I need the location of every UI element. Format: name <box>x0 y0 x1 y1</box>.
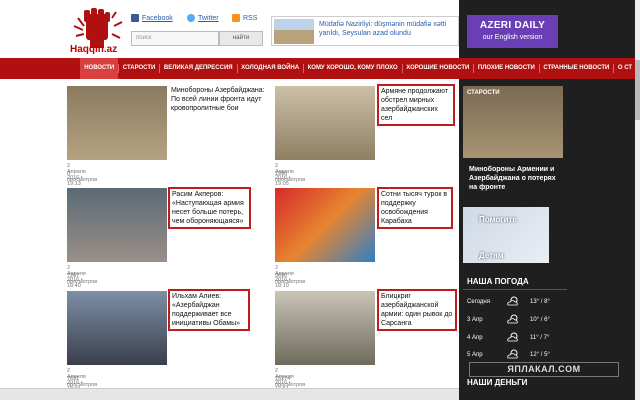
search-button[interactable]: найти <box>219 31 263 46</box>
sidebar-featured-caption[interactable]: Минобороны Армении и Азербайджана о поте… <box>469 165 564 192</box>
card-image-artillery[interactable] <box>275 86 375 160</box>
sidebar-image-label: СТАРОСТИ <box>467 90 500 96</box>
charity-ad-banner[interactable]: Помогите Детям <box>463 207 549 263</box>
azeri-daily-button[interactable]: AZERI DAILY our English version <box>467 15 558 48</box>
nav-item-about[interactable]: О СТ <box>614 58 636 79</box>
ad-bottom-text: Детям <box>479 251 504 260</box>
rss-link[interactable]: RSS <box>232 14 257 22</box>
scrollbar-thumb[interactable] <box>635 60 640 120</box>
sidebar-featured-image[interactable]: СТАРОСТИ <box>463 86 563 158</box>
weather-temp: 11° / 7° <box>530 335 550 341</box>
card-views: 7631 просмотров <box>67 376 98 388</box>
cloud-sun-icon <box>507 314 518 324</box>
azeri-daily-subtitle: our English version <box>482 34 543 41</box>
horizontal-scrollbar[interactable] <box>0 388 459 400</box>
card-image-soldiers[interactable] <box>275 291 375 365</box>
ad-top-text: Помогите <box>479 215 517 224</box>
search-input[interactable]: поиск <box>131 31 219 46</box>
weather-divider <box>463 289 567 290</box>
card-title[interactable]: Ильхам Алиев: «Азербайджан поддерживает … <box>168 289 250 331</box>
weather-temp: 13° / 8° <box>530 299 550 305</box>
nav-item-old[interactable]: СТАРОСТИ <box>119 58 160 79</box>
nav-item-good-bad[interactable]: КОМУ ХОРОШО, КОМУ ПЛОХО <box>304 58 402 79</box>
weather-day: Сегодня <box>467 299 490 305</box>
card-views: 9690 просмотров <box>275 273 306 285</box>
logo-text[interactable]: Haqqin.az <box>70 44 117 55</box>
card-image-crowd-flags[interactable] <box>275 188 375 262</box>
main-nav: НОВОСТИ СТАРОСТИ ВЕЛИКАЯ ДЕПРЕССИЯ ХОЛОД… <box>0 58 636 79</box>
news-banner[interactable]: Müdafiə Nazirliyi: düşmənin müdafiə xətt… <box>271 16 459 46</box>
weather-row: 4 Апр 11° / 7° <box>467 332 562 344</box>
weather-temp: 10° / 6° <box>530 317 550 323</box>
nav-item-cold-war[interactable]: ХОЛОДНАЯ ВОЙНА <box>237 58 303 79</box>
nav-item-good-news[interactable]: ХОРОШИЕ НОВОСТИ <box>402 58 473 79</box>
weather-day: 4 Апр <box>467 335 483 341</box>
money-title: НАШИ ДЕНЬГИ <box>467 378 528 387</box>
card-views: 1990 просмотров <box>275 171 306 183</box>
twitter-link[interactable]: Twitter <box>187 14 219 22</box>
weather-temp: 12° / 5° <box>530 352 550 358</box>
cloud-sun-icon <box>507 332 518 342</box>
facebook-icon <box>131 14 139 22</box>
twitter-icon <box>187 14 195 22</box>
vertical-scrollbar[interactable] <box>635 0 640 400</box>
nav-item-news[interactable]: НОВОСТИ <box>80 58 119 79</box>
card-image-person-photo[interactable] <box>67 188 167 262</box>
nav-item-bad-news[interactable]: ПЛОХИЕ НОВОСТИ <box>474 58 539 79</box>
weather-row: 3 Апр 10° / 6° <box>467 314 562 326</box>
facebook-link[interactable]: Facebook <box>131 14 173 22</box>
card-title[interactable]: Сотни тысяч турок в поддержку освобожден… <box>377 187 453 229</box>
nav-item-strange-news[interactable]: СТРАННЫЕ НОВОСТИ <box>539 58 613 79</box>
card-views: 0 просмотров <box>67 171 98 183</box>
card-image-ministry-plaque[interactable] <box>67 86 167 160</box>
nav-item-depression[interactable]: ВЕЛИКАЯ ДЕПРЕССИЯ <box>160 58 237 79</box>
weather-day: 3 Апр <box>467 317 483 323</box>
rss-icon <box>232 14 240 22</box>
banner-image <box>274 19 314 44</box>
banner-text: Müdafiə Nazirliyi: düşmənin müdafiə xətt… <box>319 21 447 37</box>
card-title[interactable]: Армяне продолжают обстрел мирных азербай… <box>377 84 455 126</box>
card-title[interactable]: Расим Акперов: «Наступающая армия несет … <box>168 187 251 229</box>
weather-row: 5 Апр 12° / 5° <box>467 349 562 361</box>
card-views: 7267 просмотров <box>67 273 98 285</box>
azeri-daily-title: AZERI DAILY <box>479 20 546 31</box>
cloud-sun-icon <box>507 349 518 359</box>
weather-title: НАША ПОГОДА <box>467 277 529 286</box>
weather-row: Сегодня 13° / 8° <box>467 296 562 308</box>
card-title[interactable]: Блицкриг азербайджанской армии: один рыв… <box>377 289 457 331</box>
weather-day: 5 Апр <box>467 352 483 358</box>
watermark-logo: ЯПЛАКАЛ.COM <box>469 362 619 377</box>
card-views: 15274 просмотров <box>275 376 306 388</box>
card-image-leaders[interactable] <box>67 291 167 365</box>
card-title[interactable]: Минобороны Азербайджана: По всей линии ф… <box>171 86 267 113</box>
cloud-sun-icon <box>507 296 518 306</box>
